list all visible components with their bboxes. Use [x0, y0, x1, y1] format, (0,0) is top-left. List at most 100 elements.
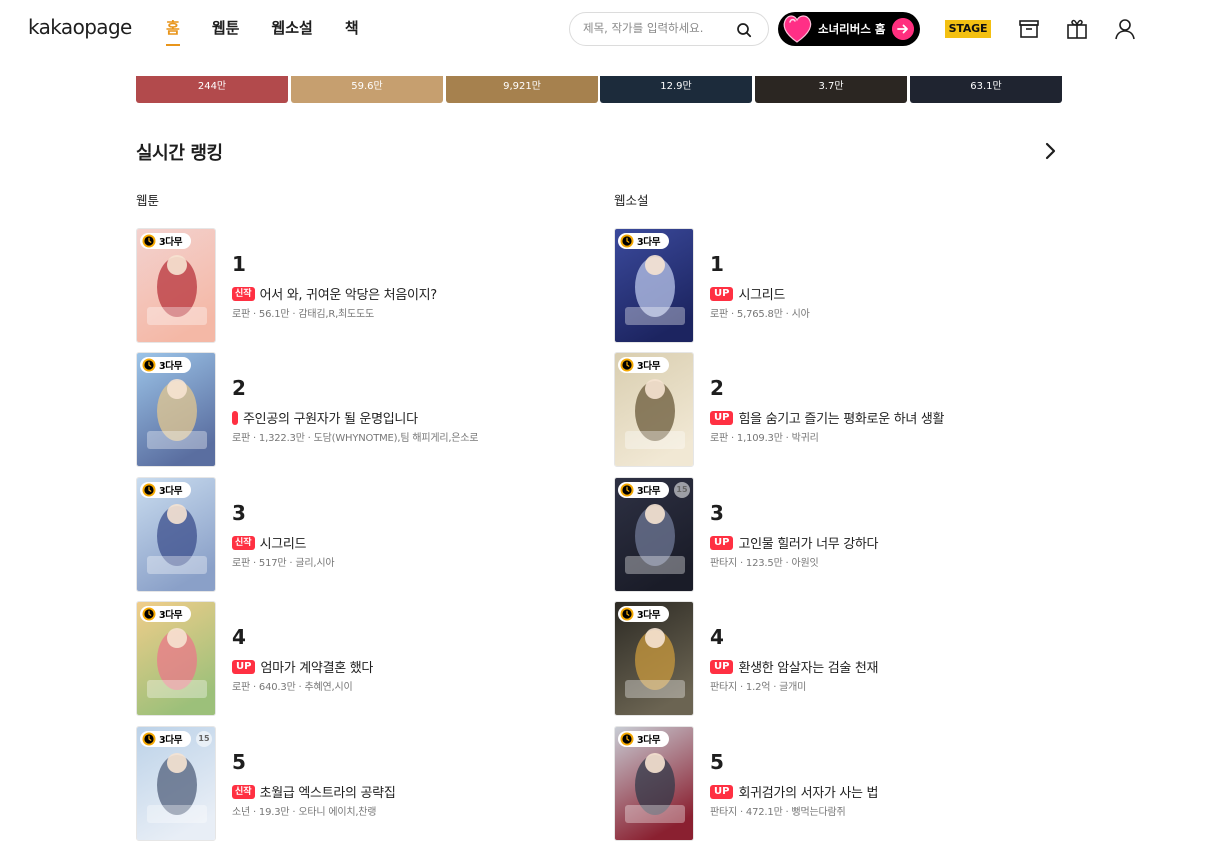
- nav-book[interactable]: 책: [345, 17, 359, 46]
- gift-icon[interactable]: [1064, 16, 1090, 42]
- arrow-right-icon: [892, 18, 914, 40]
- wait-free-label: 3다무: [637, 486, 661, 497]
- up-badge: UP: [710, 659, 734, 674]
- clock-icon: [620, 358, 634, 372]
- item-meta: 로판 · 56.1만 · 감태김,R,최도도도: [232, 309, 375, 320]
- nav-home[interactable]: 홈: [166, 17, 180, 46]
- rank-number: 2: [710, 376, 724, 400]
- section-title: 실시간 랭킹: [136, 143, 223, 164]
- promo-banner-button[interactable]: 소녀리버스 홈: [778, 12, 920, 46]
- strip-item[interactable]: 3.7만: [755, 76, 907, 103]
- strip-item[interactable]: 12.9만: [600, 76, 752, 103]
- wait-free-badge: 3다무: [618, 731, 669, 747]
- cover-thumbnail[interactable]: 3다무: [136, 352, 216, 467]
- item-meta: 로판 · 5,765.8만 · 시아: [710, 309, 810, 320]
- title-row: UP 힘을 숨기고 즐기는 평화로운 하녀 생활: [710, 408, 944, 427]
- nav-webnovel[interactable]: 웹소설: [271, 17, 312, 46]
- age-rating-badge: 15: [196, 731, 212, 747]
- webtoon-rank-item[interactable]: 3다무 1 신작 어서 와, 귀여운 악당은 처음이지? 로판 · 56.1만 · 감태…: [136, 228, 576, 343]
- webnovel-rank-item[interactable]: 3다무 1 UP 시그리드로판 · 5,765.8만 · 시아: [614, 228, 1054, 343]
- up-badge: UP: [710, 784, 734, 799]
- clock-icon: [142, 607, 156, 621]
- search-box: [569, 12, 769, 46]
- item-meta: 로판 · 1,109.3만 · 박귀리: [710, 433, 819, 444]
- clock-icon: [142, 234, 156, 248]
- wait-free-label: 3다무: [159, 361, 183, 372]
- strip-item[interactable]: 9,921만: [446, 76, 598, 103]
- wait-free-badge: 3다무: [140, 357, 191, 373]
- wait-free-badge: 3다무: [140, 606, 191, 622]
- wait-free-badge: 3다무: [140, 233, 191, 249]
- user-icon[interactable]: [1112, 16, 1138, 42]
- cover-thumbnail[interactable]: 3다무: [614, 726, 694, 841]
- item-meta: 로판 · 1,322.3만 · 도담(WHYNOTME),팀 해피게리,은소로: [232, 433, 479, 444]
- up-badge: UP: [710, 410, 734, 425]
- item-meta: 로판 · 517만 · 글리,시아: [232, 558, 335, 569]
- clock-icon: [620, 483, 634, 497]
- cover-thumbnail[interactable]: 3다무: [136, 601, 216, 716]
- cover-thumbnail[interactable]: 3다무: [614, 601, 694, 716]
- webtoon-rank-item[interactable]: 3다무 4 UP 엄마가 계약결혼 했다 로판 · 640.3만 · 추혜연,시이: [136, 601, 576, 716]
- up-badge: UP: [232, 659, 256, 674]
- heart-icon: [783, 15, 812, 43]
- clock-icon: [142, 358, 156, 372]
- webnovel-rank-item[interactable]: 3다무 5 UP 회귀검가의 서자가 사는 법 판타지 · 472.1만 · 뻥먹는다람…: [614, 726, 1054, 841]
- top-carousel-strip: 244만 59.6만 9,921만 12.9만 3.7만 63.1만: [136, 76, 1062, 103]
- main-nav: 홈 웹툰 웹소설 책: [166, 17, 391, 46]
- strip-item[interactable]: 63.1만: [910, 76, 1062, 103]
- new-badge: 신작: [232, 784, 255, 799]
- rank-number: 1: [710, 252, 724, 276]
- wait-free-label: 3다무: [159, 610, 183, 621]
- strip-item[interactable]: 59.6만: [291, 76, 443, 103]
- title-row: 신작 시그리드: [232, 533, 307, 552]
- up-badge: UP: [710, 286, 734, 301]
- stage-logo[interactable]: STAGE: [945, 20, 991, 38]
- new-badge: [232, 410, 238, 425]
- item-title[interactable]: 초월급 엑스트라의 공략집: [260, 782, 396, 801]
- chevron-right-icon[interactable]: [1040, 141, 1060, 161]
- item-title[interactable]: 환생한 암살자는 검술 천재: [738, 657, 878, 676]
- kakaopage-logo[interactable]: kakaopage: [28, 15, 132, 39]
- clock-icon: [142, 483, 156, 497]
- cover-thumbnail[interactable]: 3다무: [614, 228, 694, 343]
- item-title[interactable]: 엄마가 계약결혼 했다: [260, 657, 373, 676]
- item-meta: 판타지 · 1.2억 · 글개미: [710, 682, 807, 693]
- wait-free-badge: 3다무: [618, 606, 669, 622]
- cover-thumbnail[interactable]: 3다무 15: [136, 726, 216, 841]
- webnovel-rank-item[interactable]: 3다무 2 UP 힘을 숨기고 즐기는 평화로운 하녀 생활로판 · 1,109.3만…: [614, 352, 1054, 467]
- item-title[interactable]: 시그리드: [738, 284, 785, 303]
- search-input[interactable]: [583, 21, 733, 35]
- item-title[interactable]: 시그리드: [260, 533, 307, 552]
- webnovel-rank-item[interactable]: 3다무 15 3 UP 고인물 힐러가 너무 강하다 판타지 · 123.5만 · 아원잇: [614, 477, 1054, 592]
- wait-free-badge: 3다무: [140, 482, 191, 498]
- item-title[interactable]: 어서 와, 귀여운 악당은 처음이지?: [260, 284, 438, 303]
- webtoon-rank-item[interactable]: 3다무 3 신작 시그리드 로판 · 517만 · 글리,시아: [136, 477, 576, 592]
- rank-number: 5: [710, 750, 724, 774]
- wait-free-label: 3다무: [637, 361, 661, 372]
- item-title[interactable]: 주인공의 구원자가 될 운명입니다: [243, 408, 418, 427]
- webtoon-rank-item[interactable]: 3다무 2 주인공의 구원자가 될 운명입니다 로판 · 1,322.3만 · 도담(…: [136, 352, 576, 467]
- clock-icon: [142, 732, 156, 746]
- title-row: 신작 어서 와, 귀여운 악당은 처음이지?: [232, 284, 437, 303]
- cover-thumbnail[interactable]: 3다무 15: [614, 477, 694, 592]
- webtoon-rank-item[interactable]: 3다무 15 5 신작 초월급 엑스트라의 공략집 소년 · 19.3만 · 오타니 에이…: [136, 726, 576, 841]
- cover-thumbnail[interactable]: 3다무: [614, 352, 694, 467]
- item-title[interactable]: 회귀검가의 서자가 사는 법: [738, 782, 878, 801]
- new-badge: 신작: [232, 286, 255, 301]
- item-title[interactable]: 힘을 숨기고 즐기는 평화로운 하녀 생활: [738, 408, 944, 427]
- wait-free-badge: 3다무: [140, 731, 191, 747]
- cover-thumbnail[interactable]: 3다무: [136, 228, 216, 343]
- cover-thumbnail[interactable]: 3다무: [136, 477, 216, 592]
- rank-number: 5: [232, 750, 246, 774]
- archive-icon[interactable]: [1016, 16, 1042, 42]
- age-rating-badge: 15: [674, 482, 690, 498]
- search-icon[interactable]: [736, 22, 752, 38]
- item-title[interactable]: 고인물 힐러가 너무 강하다: [738, 533, 878, 552]
- title-row: 주인공의 구원자가 될 운명입니다: [232, 408, 418, 427]
- clock-icon: [620, 607, 634, 621]
- wait-free-badge: 3다무: [618, 482, 669, 498]
- webnovel-rank-item[interactable]: 3다무 4 UP 환생한 암살자는 검술 천재 판타지 · 1.2억 · 글개미: [614, 601, 1054, 716]
- webtoon-column-title: 웹툰: [136, 193, 160, 208]
- strip-item[interactable]: 244만: [136, 76, 288, 103]
- nav-webtoon[interactable]: 웹툰: [212, 17, 240, 46]
